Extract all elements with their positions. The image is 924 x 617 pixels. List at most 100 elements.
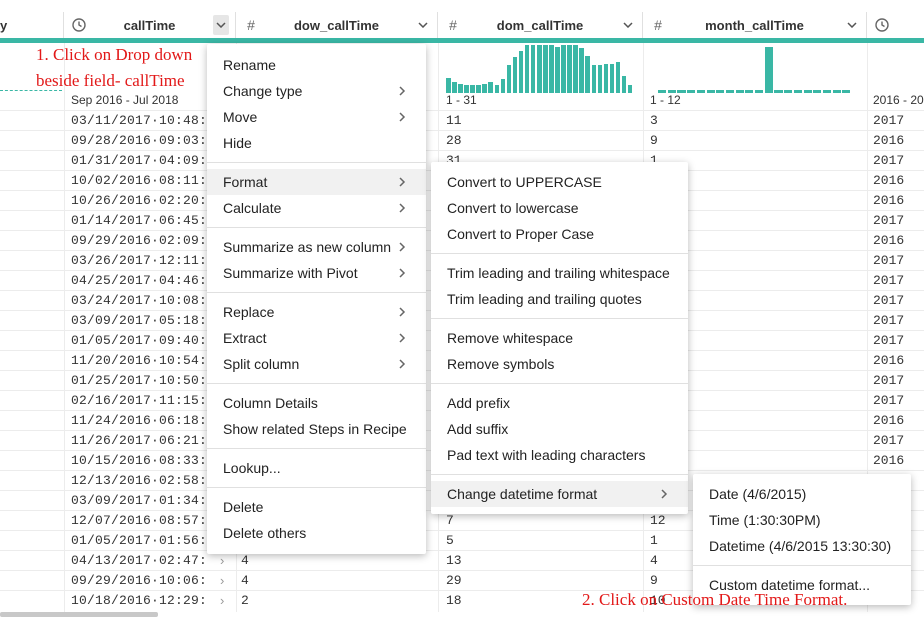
menu-item-summarize-with-pivot[interactable]: Summarize with Pivot [207, 260, 426, 286]
histogram-bar[interactable] [764, 47, 773, 93]
histogram-bar[interactable] [476, 85, 481, 93]
histogram-bar[interactable] [446, 78, 451, 93]
menu-item-move[interactable]: Move [207, 104, 426, 130]
histogram-bar[interactable] [832, 90, 841, 93]
menu-separator [431, 253, 688, 254]
datetime-item-datetime-4-6-2015-13-30-30[interactable]: Datetime (4/6/2015 13:30:30) [693, 533, 911, 559]
format-item-convert-to-lowercase[interactable]: Convert to lowercase [431, 195, 688, 221]
menu-item-show-related-steps-in-recipe[interactable]: Show related Steps in Recipe [207, 416, 426, 442]
year-cell: 2016 [873, 413, 905, 428]
menu-item-replace[interactable]: Replace [207, 299, 426, 325]
menu-item-delete[interactable]: Delete [207, 494, 426, 520]
histogram-bar[interactable] [784, 90, 793, 93]
histogram-bar[interactable] [615, 62, 621, 93]
histogram-bar[interactable] [696, 90, 705, 93]
histogram-bar[interactable] [494, 85, 500, 93]
histogram-bar[interactable] [603, 64, 609, 93]
column-header-y[interactable]: y [0, 12, 64, 38]
menu-item-hide[interactable]: Hide [207, 130, 426, 156]
calltime-cell: 09/28/2016·09:03:06 [71, 133, 207, 148]
histogram-bar[interactable] [842, 90, 851, 93]
menu-item-change-type[interactable]: Change type [207, 78, 426, 104]
histogram-bar[interactable] [567, 45, 572, 93]
format-item-convert-to-uppercase[interactable]: Convert to UPPERCASE [431, 169, 688, 195]
datetime-item-date-4-6-2015[interactable]: Date (4/6/2015) [693, 481, 911, 507]
histogram-bar[interactable] [793, 90, 802, 93]
table-row[interactable]: 03/11/2017·10:48:02 11 3 2017 [0, 110, 924, 130]
format-item-trim-leading-and-trailing-whitespace[interactable]: Trim leading and trailing whitespace [431, 260, 688, 286]
chevron-down-icon[interactable] [415, 22, 431, 28]
histogram-bar[interactable] [543, 45, 548, 93]
histogram-bar[interactable] [735, 90, 744, 93]
menu-item-extract[interactable]: Extract [207, 325, 426, 351]
menu-item-lookup[interactable]: Lookup... [207, 455, 426, 481]
histogram-bar[interactable] [530, 45, 536, 93]
histogram-bar[interactable] [458, 84, 463, 93]
histogram-bar[interactable] [621, 76, 627, 93]
histogram-bar[interactable] [725, 90, 735, 93]
histogram-bar[interactable] [774, 90, 783, 93]
column-header-calltime[interactable]: callTime [64, 12, 236, 38]
format-item-pad-text-with-leading-characters[interactable]: Pad text with leading characters [431, 442, 688, 468]
histogram-bar[interactable] [585, 56, 591, 93]
column-header-year[interactable] [867, 12, 924, 38]
histogram-bar[interactable] [573, 45, 578, 93]
menu-item-label: Extract [223, 330, 267, 346]
histogram-bar[interactable] [500, 79, 506, 93]
histogram-bar[interactable] [755, 90, 764, 93]
histogram-bar[interactable] [716, 90, 725, 93]
chevron-right-icon[interactable]: › [220, 553, 224, 568]
table-row[interactable]: 09/28/2016·09:03:06 28 9 2016 [0, 130, 924, 150]
histogram-bar[interactable] [512, 57, 518, 93]
histogram-bar[interactable] [452, 82, 457, 93]
histogram-bar[interactable] [813, 90, 822, 93]
histogram-bar[interactable] [706, 90, 715, 93]
menu-item-summarize-as-new-column[interactable]: Summarize as new column [207, 234, 426, 260]
histogram-bar[interactable] [464, 85, 469, 93]
histogram-bar[interactable] [597, 65, 603, 93]
histogram-bar[interactable] [518, 51, 524, 93]
histogram-bar[interactable] [591, 65, 597, 93]
histogram-bar[interactable] [803, 90, 812, 93]
histogram-bar[interactable] [579, 48, 584, 93]
column-dropdown-button[interactable] [213, 15, 229, 35]
chevron-down-icon[interactable] [844, 22, 860, 28]
histogram-bar[interactable] [470, 85, 475, 93]
menu-item-rename[interactable]: Rename [207, 52, 426, 78]
histogram-bar[interactable] [536, 45, 542, 93]
histogram-bar[interactable] [506, 65, 512, 93]
histogram-bar[interactable] [745, 90, 754, 93]
format-item-add-prefix[interactable]: Add prefix [431, 390, 688, 416]
format-item-add-suffix[interactable]: Add suffix [431, 416, 688, 442]
format-item-remove-symbols[interactable]: Remove symbols [431, 351, 688, 377]
menu-item-split-column[interactable]: Split column [207, 351, 426, 377]
histogram-bar[interactable] [555, 47, 560, 93]
format-item-trim-leading-and-trailing-quotes[interactable]: Trim leading and trailing quotes [431, 286, 688, 312]
menu-item-column-details[interactable]: Column Details [207, 390, 426, 416]
column-name: dom_callTime [496, 17, 584, 33]
format-item-remove-whitespace[interactable]: Remove whitespace [431, 325, 688, 351]
histogram-bar[interactable] [482, 84, 487, 93]
column-header-month-calltime[interactable]: # month_callTime [643, 12, 867, 38]
histogram-bar[interactable] [822, 90, 832, 93]
column-header-dow-calltime[interactable]: # dow_callTime [236, 12, 438, 38]
histogram-bar[interactable] [609, 64, 615, 93]
format-item-change-datetime-format[interactable]: Change datetime format [431, 481, 688, 507]
histogram-bar[interactable] [524, 45, 530, 93]
chevron-down-icon[interactable] [620, 22, 636, 28]
column-header-dom-calltime[interactable]: # dom_callTime [438, 12, 643, 38]
datetime-item-time-1-30-30pm[interactable]: Time (1:30:30PM) [693, 507, 911, 533]
chevron-right-icon[interactable]: › [220, 573, 224, 588]
histogram-bar[interactable] [561, 45, 566, 93]
histogram-bar[interactable] [549, 45, 554, 93]
menu-item-delete-others[interactable]: Delete others [207, 520, 426, 546]
histogram-bar[interactable] [687, 90, 696, 93]
horizontal-scrollbar[interactable] [0, 612, 158, 617]
histogram-bar[interactable] [488, 82, 493, 93]
menu-item-format[interactable]: Format [207, 169, 426, 195]
menu-separator [207, 383, 426, 384]
chevron-right-icon[interactable]: › [220, 593, 224, 608]
format-item-convert-to-proper-case[interactable]: Convert to Proper Case [431, 221, 688, 247]
menu-item-calculate[interactable]: Calculate [207, 195, 426, 221]
histogram-bar[interactable] [627, 85, 633, 93]
